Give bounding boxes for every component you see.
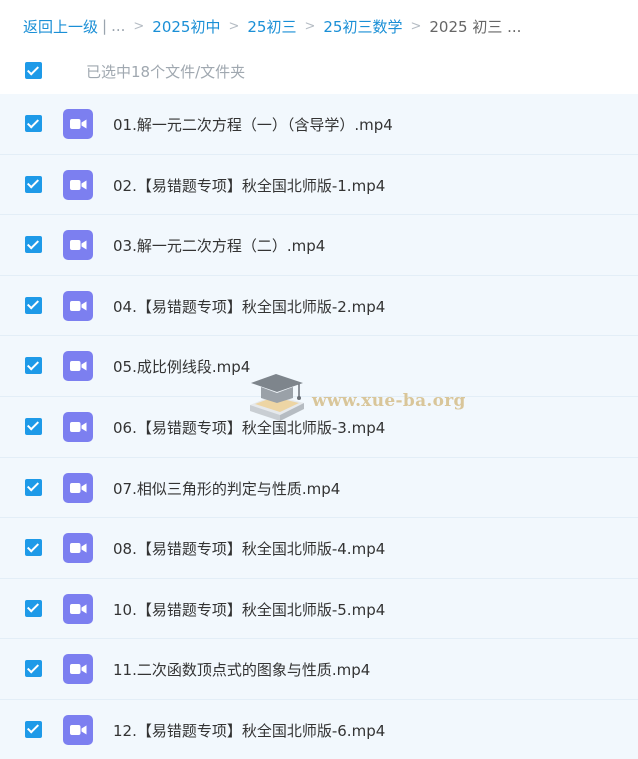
select-all-bar: 已选中18个文件/文件夹 <box>0 56 638 86</box>
file-name[interactable]: 12.【易错题专项】秋全国北师版-6.mp4 <box>113 720 385 741</box>
breadcrumb: 返回上一级 | ... > 2025初中 > 25初三 > 25初三数学 > 2… <box>23 14 521 38</box>
file-name[interactable]: 04.【易错题专项】秋全国北师版-2.mp4 <box>113 296 385 317</box>
video-file-icon <box>63 714 93 745</box>
file-row[interactable]: 04.【易错题专项】秋全国北师版-2.mp4 <box>0 275 638 337</box>
breadcrumb-current: 2025 初三 ... <box>429 17 522 36</box>
breadcrumb-ellipsis[interactable]: ... <box>111 17 125 35</box>
breadcrumb-item-25-grade9[interactable]: 25初三 <box>247 16 296 37</box>
video-file-icon <box>63 169 93 200</box>
file-row[interactable]: 03.解一元二次方程（二）.mp4 <box>0 215 638 276</box>
file-checkbox[interactable] <box>25 599 42 617</box>
video-file-icon <box>63 109 93 139</box>
file-name[interactable]: 01.解一元二次方程（一）（含导学）.mp4 <box>113 114 393 135</box>
file-row[interactable]: 10.【易错题专项】秋全国北师版-5.mp4 <box>0 578 638 640</box>
video-file-icon <box>63 351 93 382</box>
file-name[interactable]: 10.【易错题专项】秋全国北师版-5.mp4 <box>113 599 385 620</box>
file-checkbox[interactable] <box>25 417 42 435</box>
video-file-icon <box>63 533 93 564</box>
file-name[interactable]: 08.【易错题专项】秋全国北师版-4.mp4 <box>113 538 385 559</box>
file-checkbox[interactable] <box>25 539 42 557</box>
video-file-icon <box>63 654 93 685</box>
file-checkbox[interactable] <box>25 236 42 254</box>
file-name[interactable]: 03.解一元二次方程（二）.mp4 <box>113 235 325 256</box>
file-checkbox[interactable] <box>25 357 42 375</box>
file-name[interactable]: 02.【易错题专项】秋全国北师版-1.mp4 <box>113 175 385 196</box>
file-name[interactable]: 11.二次函数顶点式的图象与性质.mp4 <box>113 659 370 680</box>
selection-count-label: 已选中18个文件/文件夹 <box>86 63 246 81</box>
file-row[interactable]: 11.二次函数顶点式的图象与性质.mp4 <box>0 639 638 700</box>
breadcrumb-separator: > <box>410 18 422 34</box>
file-checkbox[interactable] <box>25 660 42 678</box>
file-checkbox[interactable] <box>25 478 42 496</box>
breadcrumb-separator: > <box>133 18 145 34</box>
file-name[interactable]: 07.相似三角形的判定与性质.mp4 <box>113 478 340 499</box>
file-row[interactable]: 08.【易错题专项】秋全国北师版-4.mp4 <box>0 518 638 579</box>
select-all-checkbox[interactable] <box>25 62 42 79</box>
file-row[interactable]: 01.解一元二次方程（一）（含导学）.mp4 <box>0 94 638 155</box>
breadcrumb-divider: | <box>102 17 108 35</box>
file-name[interactable]: 05.成比例线段.mp4 <box>113 356 250 377</box>
file-browser: 返回上一级 | ... > 2025初中 > 25初三 > 25初三数学 > 2… <box>0 0 638 759</box>
file-name[interactable]: 06.【易错题专项】秋全国北师版-3.mp4 <box>113 417 385 438</box>
file-checkbox[interactable] <box>25 720 42 738</box>
file-row[interactable]: 12.【易错题专项】秋全国北师版-6.mp4 <box>0 699 638 759</box>
video-file-icon <box>63 290 93 321</box>
breadcrumb-item-2025-junior[interactable]: 2025初中 <box>152 16 220 37</box>
video-file-icon <box>63 593 93 624</box>
file-row[interactable]: 05.成比例线段.mp4 <box>0 336 638 397</box>
video-file-icon <box>63 230 93 261</box>
file-row[interactable]: 06.【易错题专项】秋全国北师版-3.mp4 <box>0 396 638 458</box>
file-checkbox[interactable] <box>25 175 42 193</box>
file-row[interactable]: 07.相似三角形的判定与性质.mp4 <box>0 457 638 519</box>
file-list: 01.解一元二次方程（一）（含导学）.mp4 02.【易错题专项】秋全国北师版-1… <box>0 94 638 759</box>
file-checkbox[interactable] <box>25 296 42 314</box>
video-file-icon <box>63 472 93 503</box>
breadcrumb-separator: > <box>304 18 316 34</box>
breadcrumb-separator: > <box>228 18 240 34</box>
back-link[interactable]: 返回上一级 <box>23 16 98 37</box>
file-checkbox[interactable] <box>25 115 42 132</box>
file-row[interactable]: 02.【易错题专项】秋全国北师版-1.mp4 <box>0 154 638 216</box>
video-file-icon <box>63 411 93 442</box>
breadcrumb-item-25-grade9-math[interactable]: 25初三数学 <box>323 16 402 37</box>
